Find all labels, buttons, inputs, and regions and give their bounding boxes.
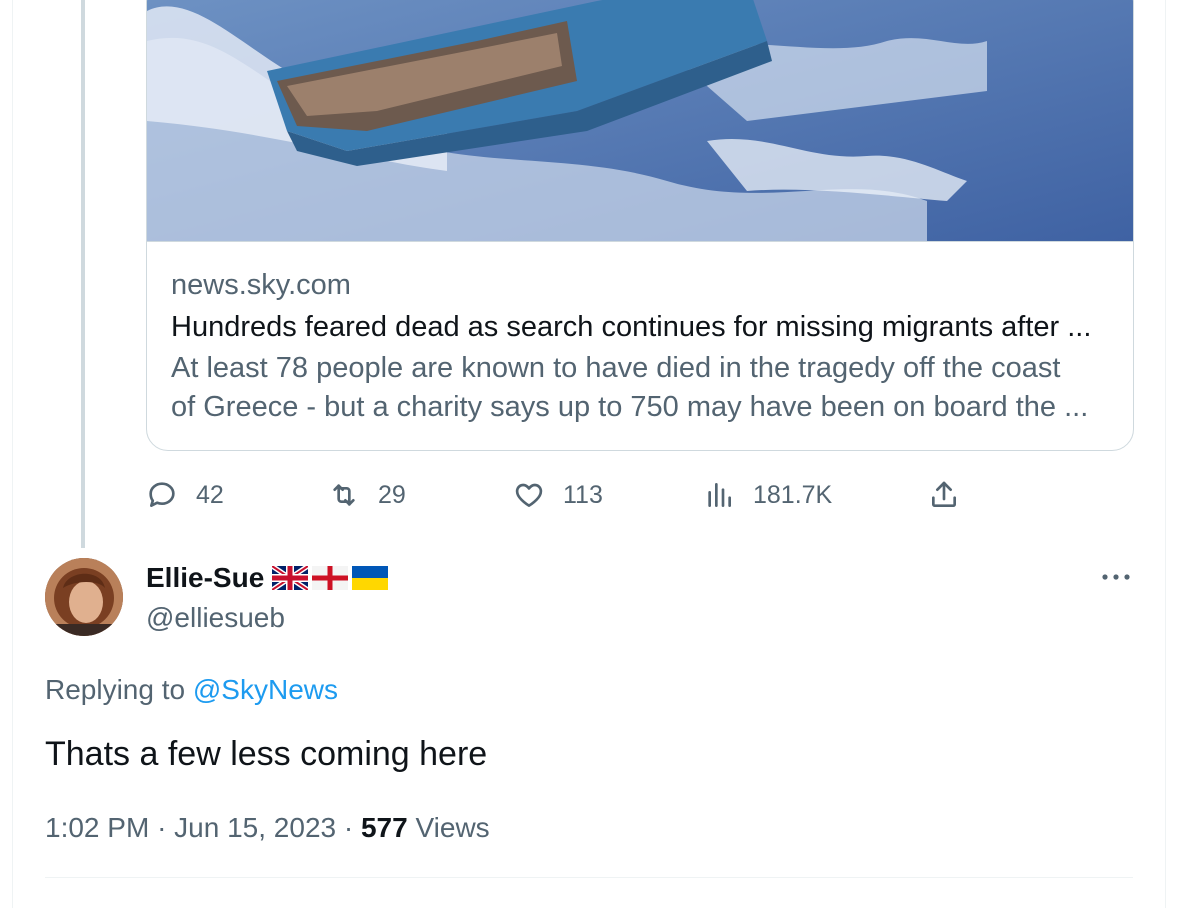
thread-line [81,0,85,548]
reply-icon [149,482,175,507]
tweet-meta: 1:02 PM · Jun 15, 2023 · 577 Views [45,810,490,846]
reply-count: 42 [196,480,224,509]
divider [45,877,1133,878]
link-card[interactable]: news.sky.com Hundreds feared dead as sea… [146,0,1134,451]
tweet-views-count: 577 [360,812,408,843]
like-count: 113 [563,480,603,509]
retweet-button[interactable]: 29 [328,474,406,516]
tweet-views-label: Views [415,812,490,843]
england-flag-icon [312,566,349,590]
display-name[interactable]: Ellie-Sue [146,560,264,596]
card-title: Hundreds feared dead as search continues… [171,311,1092,343]
views-button[interactable]: 181.7K [703,474,832,516]
replying-prefix: Replying to [45,674,186,705]
card-description-line-2: of Greece - but a charity says up to 750… [171,391,1089,423]
tweet-time[interactable]: 1:02 PM [45,812,149,843]
meta-separator: · [343,812,354,843]
analytics-icon [708,483,731,507]
more-options-button[interactable] [1098,560,1134,594]
share-icon [932,481,956,507]
share-button[interactable] [928,474,960,516]
replying-mention-link[interactable]: @SkyNews [193,674,338,705]
views-count: 181.7K [753,480,833,509]
avatar[interactable] [45,558,123,636]
avatar-image [45,558,123,636]
replying-to: Replying to @SkyNews [45,672,338,708]
card-domain: news.sky.com [171,269,351,301]
meta-separator: · [157,812,167,843]
retweet-icon [333,484,355,506]
like-button[interactable]: 113 [513,474,603,516]
card-description-line-1: At least 78 people are known to have die… [171,352,1061,384]
author-block: Ellie-Sue @elliesueb [146,560,389,636]
more-icon [1102,574,1130,580]
uk-flag-icon [272,566,309,590]
heart-icon [515,483,543,507]
card-image[interactable] [147,0,1133,242]
ukraine-flag-icon [352,566,389,590]
reply-button[interactable]: 42 [146,474,224,516]
tweet-text: Thats a few less coming here [45,735,488,773]
tweet-date[interactable]: Jun 15, 2023 [174,812,336,843]
tweet-actions: 42 29 113 181.7K [146,474,976,516]
retweet-count: 29 [378,480,406,509]
flag-emojis [272,566,389,590]
user-handle[interactable]: @elliesueb [146,600,388,636]
